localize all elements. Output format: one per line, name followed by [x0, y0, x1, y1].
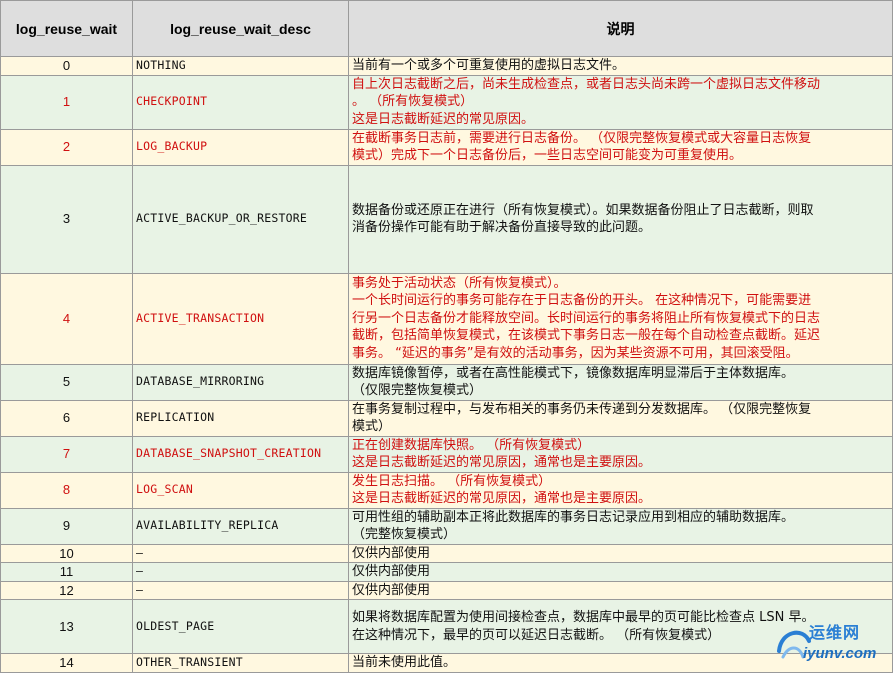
- log-reuse-wait-desc-value: LOG_SCAN: [132, 471, 349, 509]
- table-row: 3 ACTIVE_BACKUP_OR_RESTORE 数据备份或还原正在进行（所有恢…: [0, 164, 893, 274]
- log-reuse-wait-value: 13: [0, 599, 133, 654]
- description-line: （仅限完整恢复模式）: [352, 383, 483, 398]
- description-cell: 仅供内部使用: [348, 580, 893, 600]
- log-reuse-wait-value: 0: [0, 56, 133, 76]
- log-reuse-wait-value: 8: [0, 471, 133, 509]
- log-reuse-wait-desc-value: OTHER_TRANSIENT: [132, 653, 349, 673]
- description-line: 在截断事务日志前，需要进行日志备份。 （仅限完整恢复模式或大容量日志恢复: [352, 130, 812, 146]
- description-cell: 自上次日志截断之后，尚未生成检查点，或者日志头尚未跨一个虚拟日志文件移动。 （所…: [348, 74, 893, 130]
- description-line: 截断，包括简单恢复模式，在该模式下事务日志一般在每个自动检查点截断。延迟: [352, 328, 821, 344]
- description-line: 模式）: [352, 419, 392, 434]
- log-reuse-wait-value: 6: [0, 399, 133, 437]
- log-reuse-wait-desc-value: LOG_BACKUP: [132, 128, 349, 166]
- description-line: 模式）完成下一个日志备份后，一些日志空间可能变为可重复使用。: [352, 148, 743, 163]
- description-line: 数据库镜像暂停，或者在高性能模式下，镜像数据库明显滞后于主体数据库。: [352, 365, 795, 381]
- description-line: 这是日志截断延迟的常见原因，通常也是主要原因。: [352, 491, 652, 506]
- description-line: 事务处于活动状态（所有恢复模式）。: [352, 275, 567, 291]
- log-reuse-wait-desc-value: NOTHING: [132, 56, 349, 76]
- description-line: （完整恢复模式）: [352, 527, 457, 542]
- description-cell: 当前有一个或多个可重复使用的虚拟日志文件。: [348, 56, 893, 76]
- table-row: 7 DATABASE_SNAPSHOT_CREATION 正在创建数据库快照。 （所…: [0, 435, 893, 473]
- log-reuse-wait-desc-value: ACTIVE_TRANSACTION: [132, 272, 349, 365]
- description-line: 这是日志截断延迟的常见原因，通常也是主要原因。: [352, 455, 652, 470]
- log-reuse-wait-value: 1: [0, 74, 133, 130]
- log-reuse-wait-desc-value: —: [132, 562, 349, 582]
- description-line: 仅供内部使用: [352, 545, 431, 561]
- log-reuse-wait-value: 5: [0, 363, 133, 401]
- description-cell: 仅供内部使用: [348, 562, 893, 582]
- log-reuse-wait-value: 11: [0, 562, 133, 582]
- table-row: 13 OLDEST_PAGE 如果将数据库配置为使用间接检查点，数据库中最早的页可能…: [0, 599, 893, 654]
- description-line: 仅供内部使用: [352, 564, 431, 579]
- log-reuse-wait-value: 3: [0, 164, 133, 274]
- log-reuse-wait-value: 10: [0, 543, 133, 563]
- table-row: 0 NOTHING 当前有一个或多个可重复使用的虚拟日志文件。: [0, 56, 893, 76]
- log-reuse-wait-desc-value: —: [132, 580, 349, 600]
- description-cell: 事务处于活动状态（所有恢复模式）。一个长时间运行的事务可能存在于日志备份的开头。…: [348, 272, 893, 365]
- log-reuse-wait-desc-value: —: [132, 543, 349, 563]
- log-reuse-wait-desc-value: DATABASE_SNAPSHOT_CREATION: [132, 435, 349, 473]
- description-line: 自上次日志截断之后，尚未生成检查点，或者日志头尚未跨一个虚拟日志文件移动: [352, 76, 821, 92]
- table-row: 8 LOG_SCAN 发生日志扫描。 （所有恢复模式） 这是日志截断延迟的常见原因，通…: [0, 471, 893, 509]
- col-header-log-reuse-wait-desc: log_reuse_wait_desc: [132, 0, 349, 57]
- watermark: 运维网 iyunv.com: [773, 617, 891, 669]
- log-reuse-wait-value: 9: [0, 507, 133, 545]
- log-reuse-wait-desc-value: DATABASE_MIRRORING: [132, 363, 349, 401]
- description-cell: 发生日志扫描。 （所有恢复模式） 这是日志截断延迟的常见原因，通常也是主要原因。: [348, 471, 893, 509]
- log-reuse-wait-desc-value: AVAILABILITY_REPLICA: [132, 507, 349, 545]
- log-reuse-wait-desc-value: OLDEST_PAGE: [132, 599, 349, 654]
- col-header-log-reuse-wait: log_reuse_wait: [0, 0, 133, 57]
- description-cell: 仅供内部使用: [348, 543, 893, 563]
- table-row: 10— 仅供内部使用: [0, 543, 893, 563]
- col-header-description: 说明: [348, 0, 893, 57]
- table-row: 2 LOG_BACKUP 在截断事务日志前，需要进行日志备份。 （仅限完整恢复模式或…: [0, 128, 893, 166]
- log-reuse-wait-value: 7: [0, 435, 133, 473]
- watermark-en: iyunv.com: [803, 645, 877, 662]
- description-cell: 在截断事务日志前，需要进行日志备份。 （仅限完整恢复模式或大容量日志恢复 模式）完…: [348, 128, 893, 166]
- description-line: 正在创建数据库快照。 （所有恢复模式）: [352, 437, 591, 453]
- log-reuse-wait-desc-value: ACTIVE_BACKUP_OR_RESTORE: [132, 164, 349, 274]
- log-reuse-wait-value: 14: [0, 653, 133, 673]
- description-cell: 可用性组的辅助副本正将此数据库的事务日志记录应用到相应的辅助数据库。 （完整恢复模…: [348, 507, 893, 545]
- table-body: 0 NOTHING 当前有一个或多个可重复使用的虚拟日志文件。 1 CHECKPOINT…: [0, 56, 893, 673]
- table-row: 5 DATABASE_MIRRORING 数据库镜像暂停，或者在高性能模式下，镜像数…: [0, 363, 893, 401]
- description-line: 消备份操作可能有助于解决备份直接导致的此问题。: [352, 220, 652, 235]
- description-cell: 数据备份或还原正在进行（所有恢复模式）。如果数据备份阻止了日志截断，则取 消备份操…: [348, 164, 893, 274]
- description-line: 数据备份或还原正在进行（所有恢复模式）。如果数据备份阻止了日志截断，则取: [352, 202, 814, 218]
- description-line: 发生日志扫描。 （所有恢复模式）: [352, 473, 552, 489]
- description-cell: 在事务复制过程中，与发布相关的事务仍未传递到分发数据库。 （仅限完整恢复 模式）: [348, 399, 893, 437]
- table-row: 14 OTHER_TRANSIENT 当前未使用此值。: [0, 653, 893, 673]
- description-cell: 数据库镜像暂停，或者在高性能模式下，镜像数据库明显滞后于主体数据库。 （仅限完整恢…: [348, 363, 893, 401]
- description-line: 这是日志截断延迟的常见原因。: [352, 111, 535, 127]
- table-row: 6 REPLICATION 在事务复制过程中，与发布相关的事务仍未传递到分发数据库。…: [0, 399, 893, 437]
- log-reuse-wait-desc-value: CHECKPOINT: [132, 74, 349, 130]
- log-reuse-wait-value: 4: [0, 272, 133, 365]
- table-row: 1 CHECKPOINT 自上次日志截断之后，尚未生成检查点，或者日志头尚未跨一个虚…: [0, 74, 893, 130]
- watermark-cn: 运维网: [809, 623, 861, 642]
- description-line: 在事务复制过程中，与发布相关的事务仍未传递到分发数据库。 （仅限完整恢复: [352, 401, 812, 417]
- table-row: 11— 仅供内部使用: [0, 562, 893, 582]
- description-line: 一个长时间运行的事务可能存在于日志备份的开头。 在这种情况下，可能需要进: [352, 293, 812, 309]
- description-line: 事务。 “延迟的事务”是有效的活动事务，因为某些资源不可用，其回滚受阻。: [352, 345, 799, 361]
- description-line: 。 （所有恢复模式）: [352, 94, 474, 110]
- table-header-row: log_reuse_wait log_reuse_wait_desc 说明: [0, 0, 893, 57]
- log-reuse-wait-value: 12: [0, 580, 133, 600]
- description-line: 当前有一个或多个可重复使用的虚拟日志文件。: [352, 58, 626, 73]
- description-line: 可用性组的辅助副本正将此数据库的事务日志记录应用到相应的辅助数据库。: [352, 509, 795, 525]
- description-line: 仅供内部使用: [352, 582, 431, 598]
- log-reuse-wait-value: 2: [0, 128, 133, 166]
- description-line: 行另一个日志备份才能释放空间。长时间运行的事务将阻止所有恢复模式下的日志: [352, 310, 821, 326]
- log-reuse-wait-table: log_reuse_wait log_reuse_wait_desc 说明 0N…: [0, 0, 893, 673]
- table-row: 9 AVAILABILITY_REPLICA 可用性组的辅助副本正将此数据库的事务日…: [0, 507, 893, 545]
- table-row: 4 ACTIVE_TRANSACTION 事务处于活动状态（所有恢复模式）。一个长时…: [0, 272, 893, 365]
- description-cell: 正在创建数据库快照。 （所有恢复模式） 这是日志截断延迟的常见原因，通常也是主要原…: [348, 435, 893, 473]
- log-reuse-wait-desc-value: REPLICATION: [132, 399, 349, 437]
- table-row: 12— 仅供内部使用: [0, 580, 893, 600]
